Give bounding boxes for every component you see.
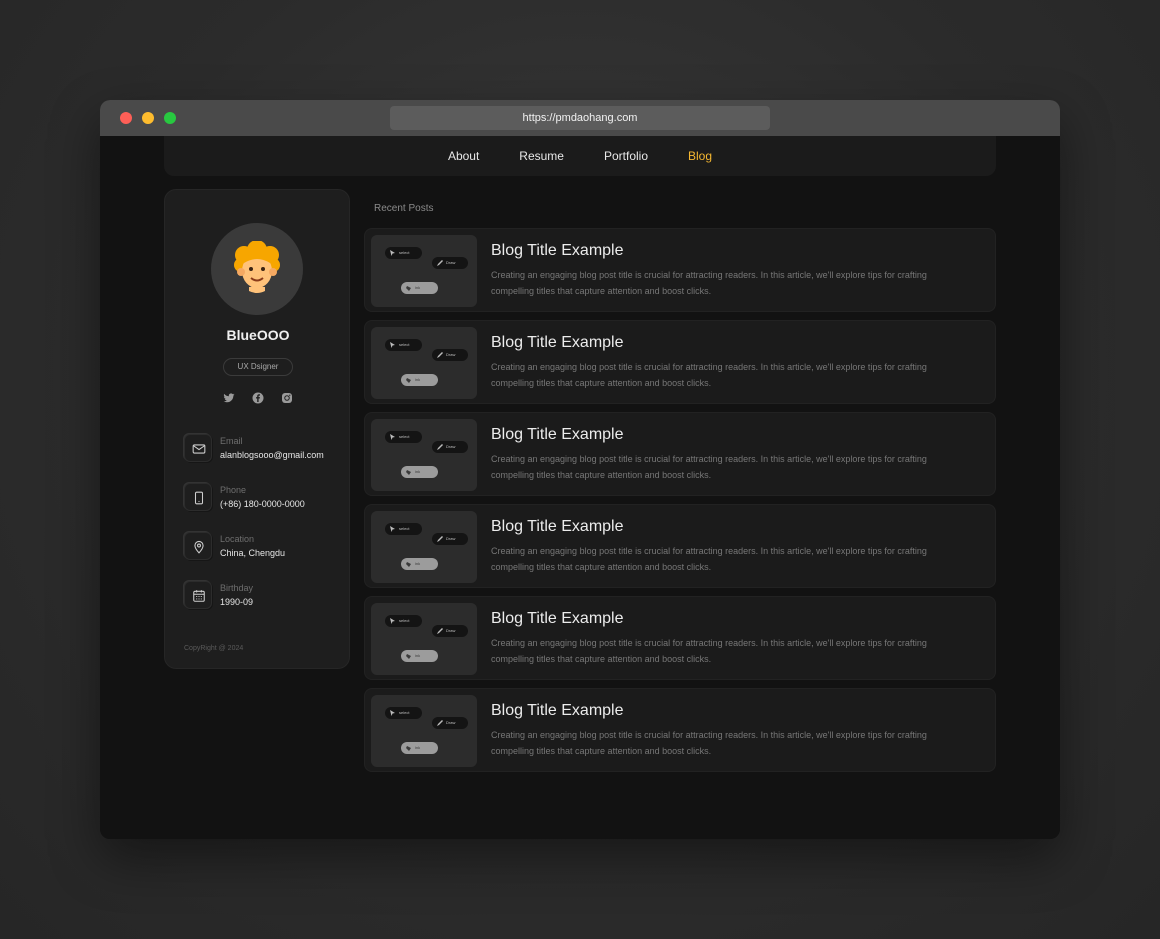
post-card[interactable]: select Draw ink Blog Title Example Creat… [364,228,996,312]
post-excerpt: Creating an engaging blog post title is … [491,270,927,296]
pen-icon [437,260,443,266]
thumb-pill-select: select [385,431,422,443]
thumb-pill-select: select [385,615,422,627]
post-title[interactable]: Blog Title Example [491,518,624,536]
thumb-pill-draw: Draw [432,441,468,453]
pen-icon [437,720,443,726]
bucket-icon [406,746,411,751]
close-window-button[interactable] [120,112,132,124]
post-title[interactable]: Blog Title Example [491,334,624,352]
thumb-pill-select: select [385,339,422,351]
bucket-icon [406,562,411,567]
pen-icon [437,628,443,634]
location-value: China, Chengdu [220,548,286,558]
role-badge: UX Dsigner [223,358,293,376]
post-excerpt: Creating an engaging blog post title is … [491,730,927,756]
nav-resume[interactable]: Resume [519,149,564,163]
person-emoji-icon [234,241,280,293]
nav-portfolio[interactable]: Portfolio [604,149,648,163]
bucket-icon [406,654,411,659]
location-icon [184,532,212,560]
post-thumbnail: select Draw ink [371,235,477,307]
birthday-label: Birthday [220,583,254,593]
bucket-icon [406,378,411,383]
post-title[interactable]: Blog Title Example [491,426,624,444]
nav-blog[interactable]: Blog [688,149,712,163]
profile-sidebar: BlueOOO UX Dsigner Email alanblogsooo@gm… [164,189,350,669]
location-label: Location [220,534,255,544]
email-label: Email [220,436,243,446]
twitter-icon[interactable] [223,392,235,404]
contact-location: Location China, Chengdu [184,532,344,562]
post-thumbnail: select Draw ink [371,327,477,399]
pen-icon [437,536,443,542]
contact-email: Email alanblogsooo@gmail.com [184,434,344,464]
post-thumbnail: select Draw ink [371,419,477,491]
thumb-pill-select: select [385,707,422,719]
section-title: Recent Posts [374,203,434,214]
thumb-pill-ink: ink [401,282,438,294]
thumb-pill-draw: Draw [432,717,468,729]
post-title[interactable]: Blog Title Example [491,242,624,260]
social-links [223,392,293,404]
page-content: About Resume Portfolio Blog BlueOOO UX D… [100,136,1060,839]
post-card[interactable]: select Draw ink Blog Title Example Creat… [364,320,996,404]
post-card[interactable]: select Draw ink Blog Title Example Creat… [364,688,996,772]
maximize-window-button[interactable] [164,112,176,124]
thumb-pill-select: select [385,523,422,535]
cursor-icon [390,434,395,440]
post-thumbnail: select Draw ink [371,695,477,767]
post-card[interactable]: select Draw ink Blog Title Example Creat… [364,504,996,588]
title-bar: https://pmdaohang.com [100,100,1060,136]
copyright-text: CopyRight @ 2024 [184,645,244,652]
contact-phone: Phone (+86) 180-0000-0000 [184,483,344,513]
pen-icon [437,352,443,358]
birthday-value: 1990-09 [220,597,254,607]
thumb-pill-draw: Draw [432,625,468,637]
cursor-icon [390,250,395,256]
minimize-window-button[interactable] [142,112,154,124]
post-thumbnail: select Draw ink [371,603,477,675]
post-excerpt: Creating an engaging blog post title is … [491,362,927,388]
bucket-icon [406,470,411,475]
cursor-icon [390,526,395,532]
phone-value[interactable]: (+86) 180-0000-0000 [220,499,305,509]
thumb-pill-ink: ink [401,650,438,662]
pen-icon [437,444,443,450]
post-card[interactable]: select Draw ink Blog Title Example Creat… [364,412,996,496]
thumb-pill-ink: ink [401,466,438,478]
email-value[interactable]: alanblogsooo@gmail.com [220,450,324,460]
top-nav: About Resume Portfolio Blog [164,136,996,176]
thumb-pill-select: select [385,247,422,259]
contact-birthday: Birthday 1990-09 [184,581,344,611]
post-title[interactable]: Blog Title Example [491,610,624,628]
thumb-pill-ink: ink [401,558,438,570]
thumb-pill-draw: Draw [432,533,468,545]
address-bar[interactable]: https://pmdaohang.com [390,106,770,130]
cursor-icon [390,618,395,624]
post-title[interactable]: Blog Title Example [491,702,624,720]
post-excerpt: Creating an engaging blog post title is … [491,638,927,664]
bucket-icon [406,286,411,291]
user-name: BlueOOO [226,327,290,343]
mail-icon [184,434,212,462]
post-thumbnail: select Draw ink [371,511,477,583]
avatar [211,223,303,315]
post-excerpt: Creating an engaging blog post title is … [491,546,927,572]
nav-about[interactable]: About [448,149,479,163]
browser-window: https://pmdaohang.com About Resume Portf… [100,100,1060,839]
post-excerpt: Creating an engaging blog post title is … [491,454,927,480]
calendar-icon [184,581,212,609]
phone-icon [184,483,212,511]
cursor-icon [390,342,395,348]
cursor-icon [390,710,395,716]
phone-label: Phone [220,485,247,495]
thumb-pill-ink: ink [401,374,438,386]
post-card[interactable]: select Draw ink Blog Title Example Creat… [364,596,996,680]
thumb-pill-draw: Draw [432,349,468,361]
instagram-icon[interactable] [281,392,293,404]
thumb-pill-ink: ink [401,742,438,754]
facebook-icon[interactable] [252,392,264,404]
thumb-pill-draw: Draw [432,257,468,269]
